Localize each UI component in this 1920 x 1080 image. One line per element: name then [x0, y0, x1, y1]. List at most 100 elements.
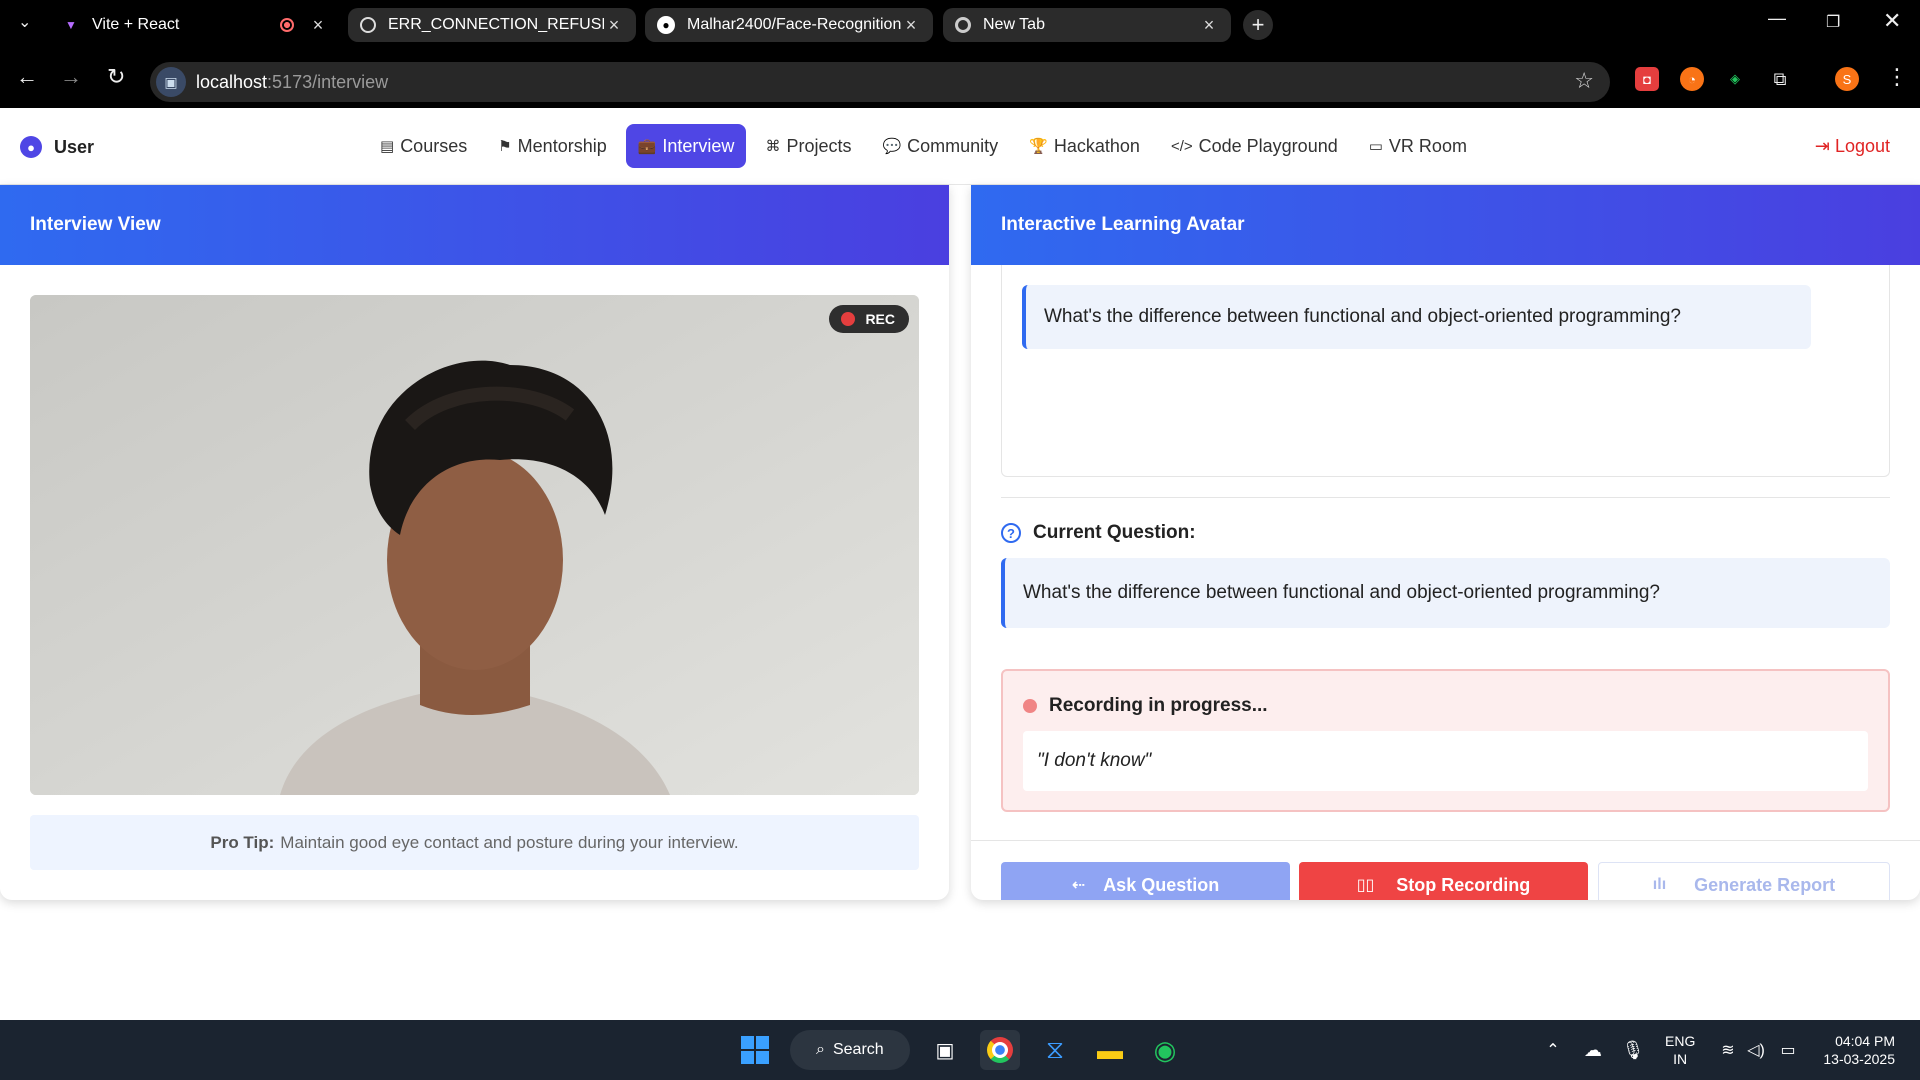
search-label: Search — [832, 1041, 884, 1058]
clock[interactable]: 04:04 PM 13-03-2025 — [1810, 1032, 1895, 1068]
close-window-button[interactable]: ✕ — [1883, 8, 1901, 34]
question-circle-icon: ? — [1001, 523, 1021, 543]
ask-question-button[interactable]: ⇠ Ask Question — [1001, 862, 1290, 900]
trophy-icon: 🏆 — [1029, 138, 1048, 155]
time-text: 04:04 PM — [1835, 1033, 1895, 1049]
profile-avatar[interactable]: S — [1835, 67, 1859, 91]
avatar-message-text: What's the difference between functional… — [1044, 306, 1681, 327]
search-icon: ⌕ — [816, 1041, 825, 1058]
file-explorer-icon[interactable]: ▬ — [1090, 1030, 1130, 1070]
panel-title: Interactive Learning Avatar — [971, 185, 1920, 265]
browser-tab[interactable]: ● Malhar2400/Face-Recognition × — [645, 8, 933, 42]
browser-tab[interactable]: ▼ Vite + React × — [50, 8, 340, 42]
user-name: User — [54, 136, 95, 157]
close-tab-icon[interactable]: × — [901, 15, 921, 36]
transcript-text: "I don't know" — [1037, 750, 1152, 771]
nav-label: Community — [907, 135, 999, 156]
nav-projects[interactable]: ⌘ Projects — [753, 124, 863, 168]
forward-arrow-icon[interactable]: → — [60, 64, 82, 90]
restore-window-button[interactable]: ❐ — [1826, 12, 1840, 32]
bookmark-star-icon[interactable]: ☆ — [1574, 68, 1594, 94]
chrome-taskbar-icon[interactable] — [980, 1030, 1020, 1070]
extension-icon[interactable]: ◈ — [1723, 67, 1747, 91]
microphone-icon[interactable]: 🎙 — [1613, 1030, 1653, 1070]
user-profile[interactable]: ● User — [20, 136, 94, 158]
recording-dot-icon — [841, 312, 856, 326]
url-text[interactable]: localhost:5173/interview — [196, 72, 388, 93]
logout-button[interactable]: ⇥ Logout — [1815, 136, 1890, 157]
taskbar-search[interactable]: ⌕ Search — [790, 1030, 910, 1070]
user-avatar-icon: ● — [20, 136, 42, 158]
close-tab-icon[interactable]: × — [308, 15, 328, 36]
stop-recording-button[interactable]: ▯▯ Stop Recording — [1299, 862, 1588, 900]
main-menu: ▤ Courses ⚑ Mentorship 💼 Interview ⌘ Project… — [368, 124, 1486, 168]
divider — [971, 840, 1920, 841]
tab-list-chevron-icon[interactable]: ⌄ — [18, 12, 31, 32]
divider — [1001, 497, 1890, 498]
close-tab-icon[interactable]: × — [1199, 15, 1219, 36]
reload-icon[interactable]: ↻ — [107, 64, 125, 90]
extensions-puzzle-icon[interactable]: ⧉ — [1768, 67, 1792, 91]
recording-badge: REC — [829, 305, 909, 333]
vscode-icon[interactable]: ⧖ — [1035, 1030, 1075, 1070]
tip-text: Maintain good eye contact and posture du… — [280, 832, 739, 852]
onedrive-cloud-icon[interactable]: ☁ — [1573, 1030, 1613, 1070]
logout-label: Logout — [1834, 136, 1890, 156]
generate-report-button[interactable]: ılı Generate Report — [1598, 862, 1890, 900]
extension-icon[interactable]: ◔ — [1680, 67, 1704, 91]
battery-icon[interactable]: ▭ — [1768, 1030, 1808, 1070]
webcam-video: REC — [30, 295, 919, 795]
language-indicator[interactable]: ENG IN — [1665, 1032, 1695, 1068]
task-view-icon[interactable]: ▣ — [925, 1030, 965, 1070]
nav-community[interactable]: 💬 Community — [870, 124, 1010, 168]
transcript-box: "I don't know" — [1023, 731, 1868, 791]
new-tab-button[interactable]: + — [1243, 10, 1273, 40]
nav-label: Code Playground — [1198, 135, 1338, 156]
nav-interview[interactable]: 💼 Interview — [625, 124, 747, 168]
avatar-message: What's the difference between functional… — [1022, 285, 1811, 349]
tab-title: Vite + React — [92, 16, 180, 33]
site-info-icon[interactable]: ▣ — [156, 67, 186, 97]
back-arrow-icon[interactable]: ← — [16, 64, 38, 90]
address-bar[interactable]: ▣ localhost:5173/interview ☆ — [150, 62, 1610, 102]
browser-menu-icon[interactable]: ⋮ — [1886, 64, 1908, 90]
sign-out-icon: ⇥ — [1814, 136, 1835, 156]
nav-hackathon[interactable]: 🏆 Hackathon — [1017, 124, 1152, 168]
button-label: Generate Report — [1694, 874, 1836, 895]
windows-taskbar: ⌕ Search ▣ ⧖ ▬ ◉ ⌃ ☁ 🎙 ENG IN ≋ ◁) ▭ 04:0… — [0, 1020, 1920, 1080]
close-tab-icon[interactable]: × — [604, 15, 624, 36]
comments-icon: 💬 — [882, 138, 902, 155]
browser-tab[interactable]: New Tab × — [943, 8, 1231, 42]
rec-label: REC — [865, 311, 895, 327]
show-hidden-icons-chevron-icon[interactable]: ⌃ — [1533, 1030, 1573, 1070]
vr-headset-icon: ▭ — [1368, 138, 1383, 155]
app-navbar: ● User ▤ Courses ⚑ Mentorship 💼 Interview ⌘… — [0, 108, 1920, 185]
nav-mentorship[interactable]: ⚑ Mentorship — [486, 124, 619, 168]
interview-view-panel: Interview View REC Pro Tip: Maintain goo… — [0, 185, 949, 900]
nav-vr-room[interactable]: ▭ VR Room — [1357, 124, 1479, 168]
whatsapp-icon[interactable]: ◉ — [1145, 1030, 1185, 1070]
github-icon: ● — [657, 16, 675, 34]
button-label: Stop Recording — [1396, 874, 1531, 895]
nav-label: VR Room — [1388, 135, 1467, 156]
nav-code-playground[interactable]: </> Code Playground — [1159, 124, 1350, 168]
browser-tab[interactable]: ERR_CONNECTION_REFUSED Tr × — [348, 8, 636, 42]
recording-status-header: Recording in progress... — [1023, 695, 1268, 717]
chalkboard-icon: ⚑ — [498, 138, 512, 155]
minimize-window-button[interactable]: — — [1768, 8, 1786, 29]
nav-label: Interview — [662, 135, 735, 156]
recording-status-box: Recording in progress... "I don't know" — [1001, 669, 1890, 812]
reply-icon: ⇠ — [1071, 877, 1086, 894]
nav-label: Hackathon — [1053, 135, 1140, 156]
nav-courses[interactable]: ▤ Courses — [368, 124, 479, 168]
extension-icon[interactable]: ◘ — [1635, 67, 1659, 91]
nav-label: Courses — [400, 135, 468, 156]
tab-title: New Tab — [983, 16, 1045, 33]
bar-chart-icon: ılı — [1652, 876, 1667, 893]
recording-indicator-icon — [280, 18, 294, 32]
panel-title: Interview View — [0, 185, 949, 265]
avatar-message-area: What's the difference between functional… — [1001, 265, 1890, 477]
book-icon: ▤ — [380, 138, 395, 155]
windows-start-icon[interactable] — [735, 1030, 775, 1070]
pro-tip-banner: Pro Tip: Maintain good eye contact and p… — [30, 815, 919, 870]
